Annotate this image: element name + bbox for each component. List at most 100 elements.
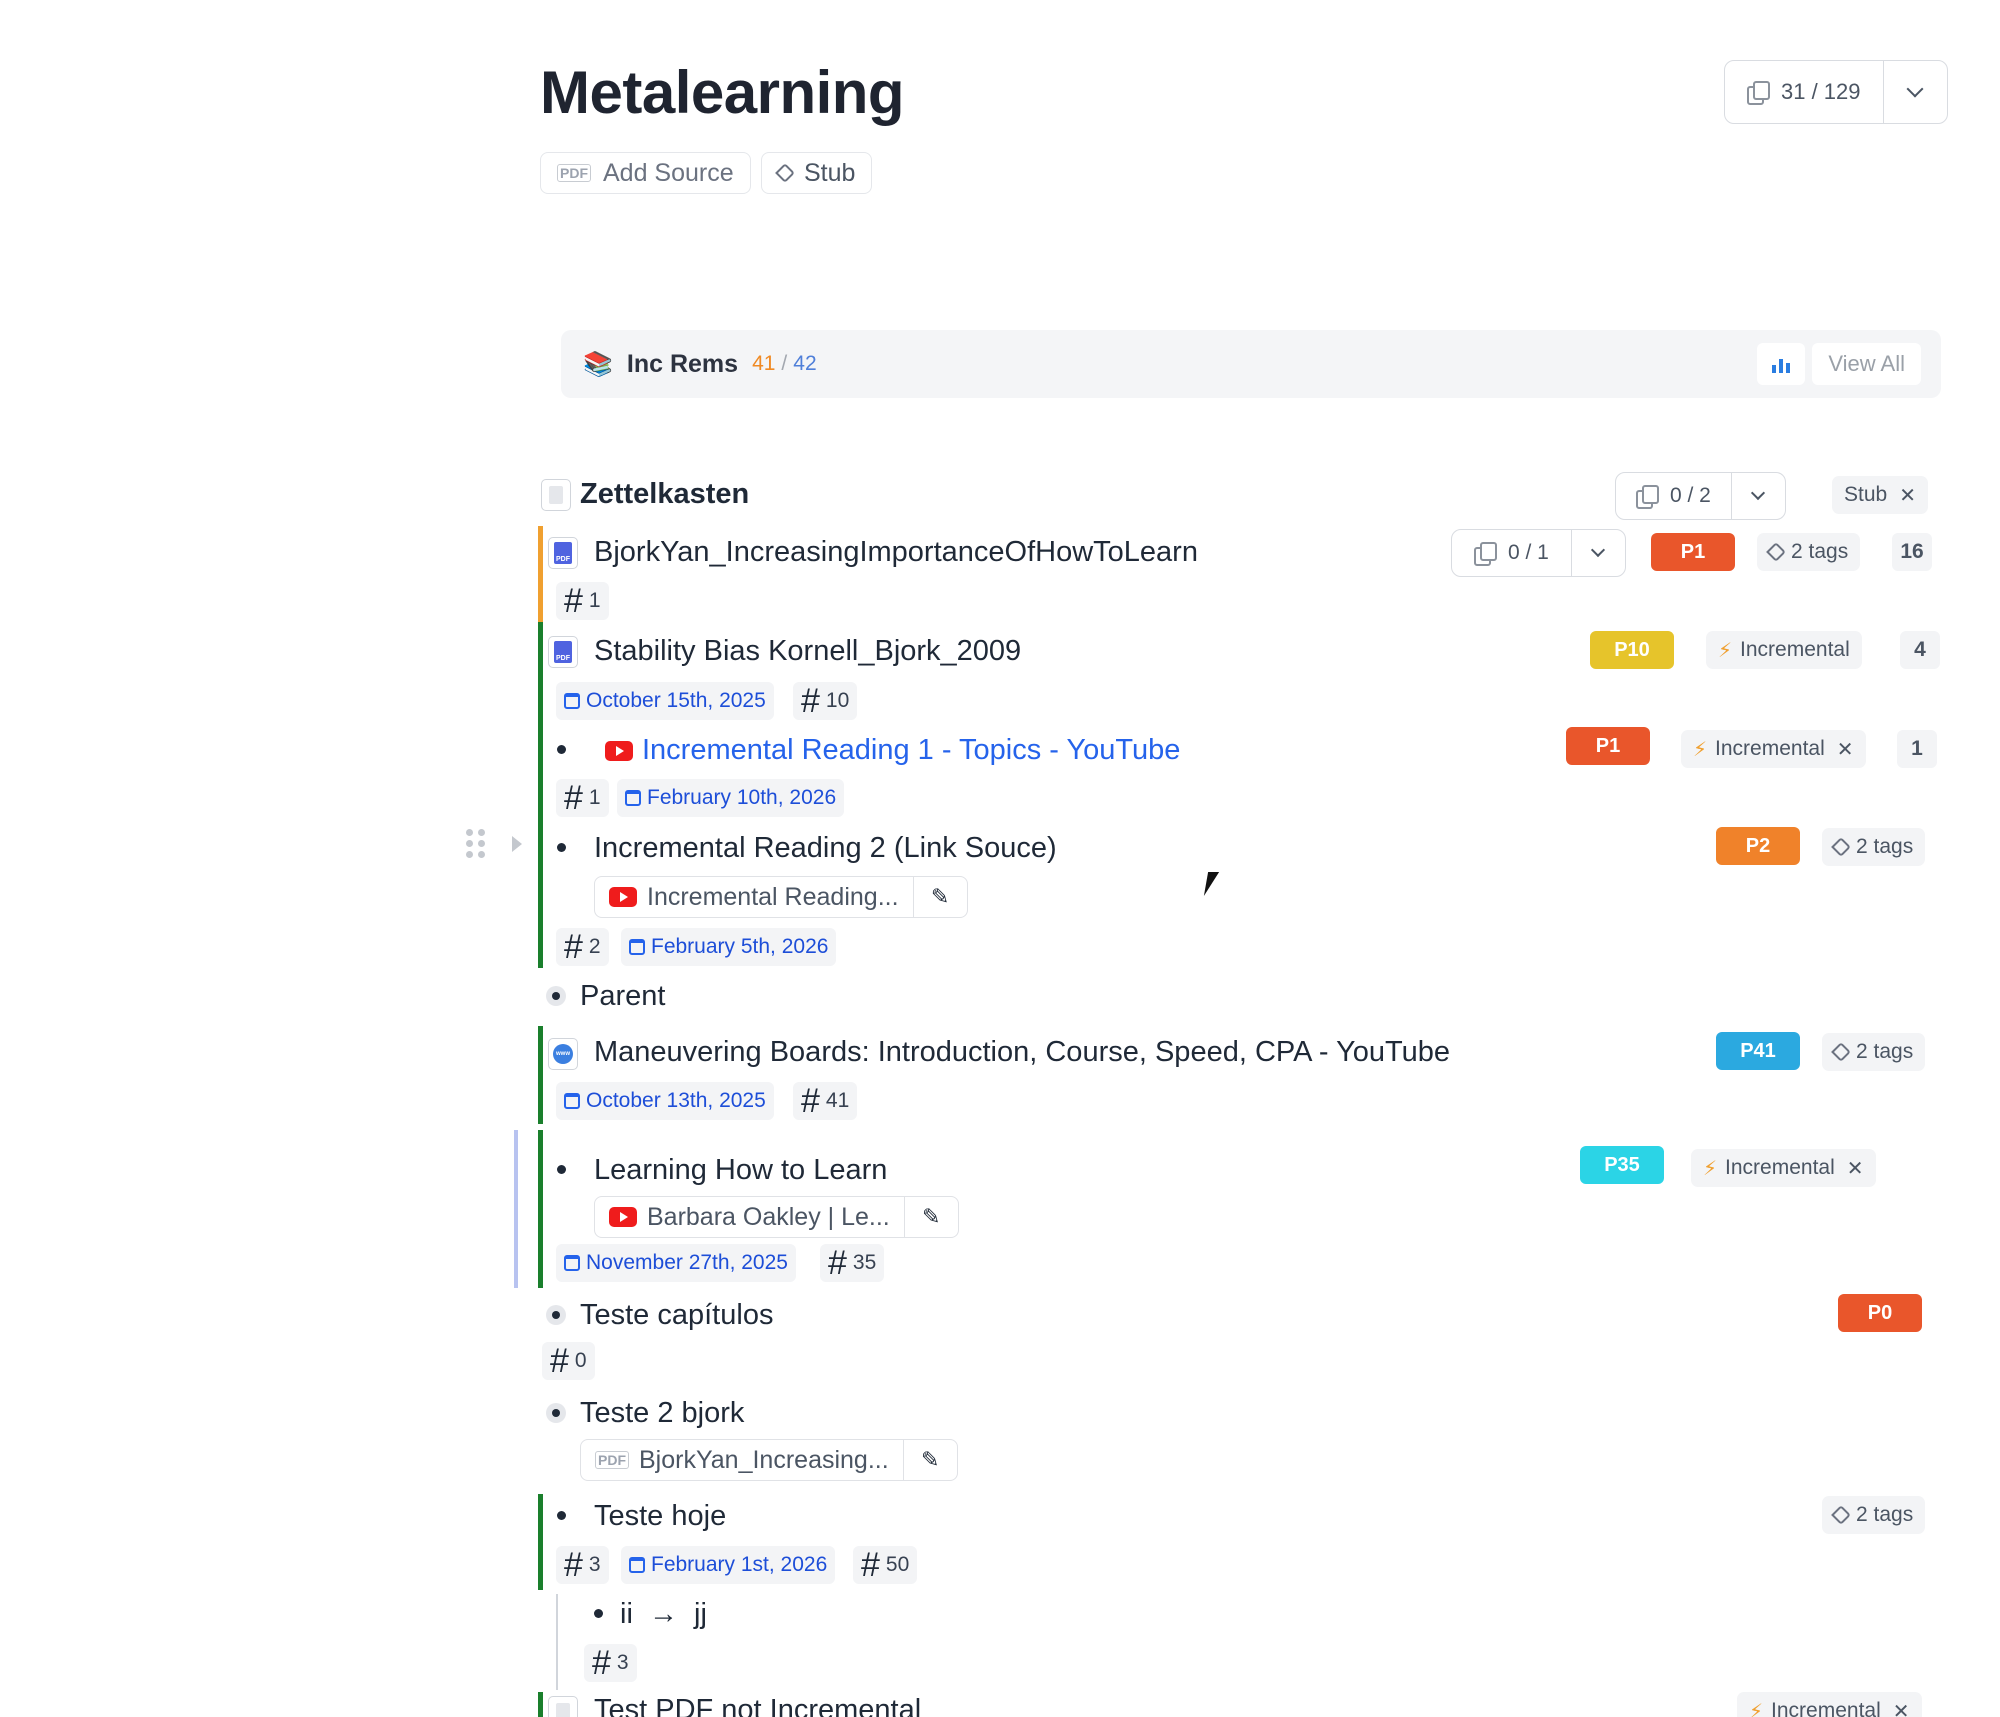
card-dropdown-button[interactable] xyxy=(1882,61,1947,123)
bjork-card-count[interactable]: 0 / 1 xyxy=(1452,530,1571,576)
hash-chip[interactable]: # 3 xyxy=(556,1546,609,1584)
priority-badge[interactable]: P1 xyxy=(1651,533,1735,571)
rem-teste-capitulos[interactable]: Teste capítulos xyxy=(580,1299,773,1332)
inc-rems-done: 41 xyxy=(752,352,776,375)
incremental-chip[interactable]: ⚡ Incremental xyxy=(1706,631,1862,669)
bjork-dropdown-button[interactable] xyxy=(1570,530,1625,576)
card-count-label: 31 / 129 xyxy=(1781,79,1861,104)
card-count-control[interactable]: 31 / 129 xyxy=(1724,60,1948,124)
rem-learning[interactable]: Learning How to Learn xyxy=(594,1154,887,1187)
hash-chip[interactable]: # 3 xyxy=(584,1644,637,1682)
tags-chip[interactable]: 2 tags xyxy=(1757,533,1861,571)
tags-chip[interactable]: 2 tags xyxy=(1822,1496,1926,1534)
bullet[interactable] xyxy=(557,843,566,852)
calendar-icon xyxy=(564,693,580,709)
priority-badge[interactable]: P0 xyxy=(1838,1294,1922,1332)
source-label-wrap[interactable]: Barbara Oakley | Le... xyxy=(595,1197,904,1237)
edit-pencil-icon[interactable]: ✎ xyxy=(912,877,967,917)
stub-tag-button[interactable]: Stub xyxy=(761,152,873,194)
edit-pencil-icon[interactable]: ✎ xyxy=(903,1197,958,1237)
source-label: BjorkYan_Increasing... xyxy=(639,1445,889,1474)
date-chip[interactable]: February 10th, 2026 xyxy=(617,779,845,817)
zettel-dropdown-button[interactable] xyxy=(1730,473,1785,519)
date-value: February 5th, 2026 xyxy=(651,935,829,958)
hash-icon: # xyxy=(564,1546,583,1584)
priority-badge[interactable]: P41 xyxy=(1716,1032,1800,1070)
drag-handle-icon[interactable] xyxy=(466,829,486,858)
bullet[interactable] xyxy=(546,1403,566,1423)
priority-badge[interactable]: P2 xyxy=(1716,827,1800,865)
date-chip[interactable]: February 1st, 2026 xyxy=(621,1546,836,1584)
rem-ir2[interactable]: Incremental Reading 2 (Link Souce) xyxy=(594,832,1057,865)
rem-ir1-link[interactable]: Incremental Reading 1 - Topics - YouTube xyxy=(642,734,1180,767)
priority-badge[interactable]: P10 xyxy=(1590,631,1674,669)
tags-chip[interactable]: 2 tags xyxy=(1822,1033,1926,1071)
priority-badge[interactable]: P1 xyxy=(1566,727,1650,765)
incremental-chip[interactable]: ⚡ Incremental ✕ xyxy=(1737,1692,1922,1717)
stub-tag-chip[interactable]: Stub ✕ xyxy=(1832,476,1928,514)
rem-stability[interactable]: Stability Bias Kornell_Bjork_2009 xyxy=(594,635,1021,668)
date-chip[interactable]: November 27th, 2025 xyxy=(556,1244,796,1282)
hash-chip[interactable]: # 50 xyxy=(853,1546,918,1584)
rem-zettelkasten[interactable]: Zettelkasten xyxy=(580,478,749,511)
close-icon[interactable]: ✕ xyxy=(1899,483,1916,508)
date-value: November 27th, 2025 xyxy=(586,1251,788,1274)
hash-icon: # xyxy=(564,928,583,966)
tags-label: 2 tags xyxy=(1791,540,1849,563)
edit-pencil-icon[interactable]: ✎ xyxy=(902,1440,957,1480)
bjork-card-control[interactable]: 0 / 1 xyxy=(1451,529,1626,577)
date-value: February 1st, 2026 xyxy=(651,1553,828,1576)
close-icon[interactable]: ✕ xyxy=(1837,737,1854,762)
priority-bar-green xyxy=(538,1026,543,1124)
rem-teste-hoje[interactable]: Teste hoje xyxy=(594,1500,726,1533)
bullet[interactable] xyxy=(557,745,566,754)
hash-chip[interactable]: # 10 xyxy=(793,682,858,720)
view-all-button[interactable]: View All xyxy=(1812,343,1921,385)
rem-maneuvering[interactable]: Maneuvering Boards: Introduction, Course… xyxy=(594,1036,1450,1069)
priority-badge[interactable]: P35 xyxy=(1580,1146,1664,1184)
bullet[interactable] xyxy=(546,1305,566,1325)
tags-chip[interactable]: 2 tags xyxy=(1822,828,1926,866)
bullet[interactable] xyxy=(557,1511,566,1520)
date-chip[interactable]: October 15th, 2025 xyxy=(556,682,774,720)
bullet[interactable] xyxy=(546,986,566,1006)
source-label-wrap[interactable]: Incremental Reading... xyxy=(595,877,913,917)
inc-rems-total: 42 xyxy=(793,352,817,375)
hash-icon: # xyxy=(550,1342,569,1380)
close-icon[interactable]: ✕ xyxy=(1893,1699,1910,1717)
bullet[interactable] xyxy=(557,1165,566,1174)
bar-chart-icon[interactable] xyxy=(1757,343,1805,385)
date-chip[interactable]: October 13th, 2025 xyxy=(556,1082,774,1120)
rem-parent[interactable]: Parent xyxy=(580,980,665,1013)
hash-value: 2 xyxy=(588,935,601,958)
front-text: ii xyxy=(620,1598,633,1630)
count-badge: 16 xyxy=(1892,533,1932,571)
incremental-label: Incremental xyxy=(1740,638,1850,661)
hash-chip[interactable]: # 0 xyxy=(542,1342,595,1380)
source-link-box[interactable]: PDF BjorkYan_Increasing... ✎ xyxy=(580,1439,958,1481)
source-label-wrap[interactable]: PDF BjorkYan_Increasing... xyxy=(581,1440,903,1480)
hash-chip[interactable]: # 35 xyxy=(820,1244,885,1282)
rem-bjork[interactable]: BjorkYan_IncreasingImportanceOfHowToLear… xyxy=(594,536,1198,569)
source-link-box[interactable]: Barbara Oakley | Le... ✎ xyxy=(594,1196,959,1238)
zettel-card-control[interactable]: 0 / 2 xyxy=(1615,472,1786,520)
hash-chip[interactable]: # 2 xyxy=(556,928,609,966)
rem-ii-jj[interactable]: ii → jj xyxy=(620,1598,707,1631)
close-icon[interactable]: ✕ xyxy=(1847,1156,1864,1181)
expand-triangle-icon[interactable] xyxy=(512,836,522,852)
tag-icon xyxy=(1831,837,1851,857)
card-count[interactable]: 31 / 129 xyxy=(1725,61,1883,123)
incremental-chip[interactable]: ⚡ Incremental ✕ xyxy=(1681,730,1866,768)
source-link-box[interactable]: Incremental Reading... ✎ xyxy=(594,876,968,918)
add-source-button[interactable]: PDF Add Source xyxy=(540,152,751,194)
date-chip[interactable]: February 5th, 2026 xyxy=(621,928,837,966)
hash-chip[interactable]: # 1 xyxy=(556,779,609,817)
zettel-card-count[interactable]: 0 / 2 xyxy=(1616,473,1731,519)
bjork-cards-label: 0 / 1 xyxy=(1508,541,1549,564)
hash-chip[interactable]: # 1 xyxy=(556,582,609,620)
incremental-chip[interactable]: ⚡ Incremental ✕ xyxy=(1691,1149,1876,1187)
bullet[interactable] xyxy=(594,1609,603,1618)
hash-chip[interactable]: # 41 xyxy=(793,1082,858,1120)
rem-test-pdf[interactable]: Test PDF not Incremental xyxy=(594,1694,921,1717)
rem-teste-2-bjork[interactable]: Teste 2 bjork xyxy=(580,1397,744,1430)
